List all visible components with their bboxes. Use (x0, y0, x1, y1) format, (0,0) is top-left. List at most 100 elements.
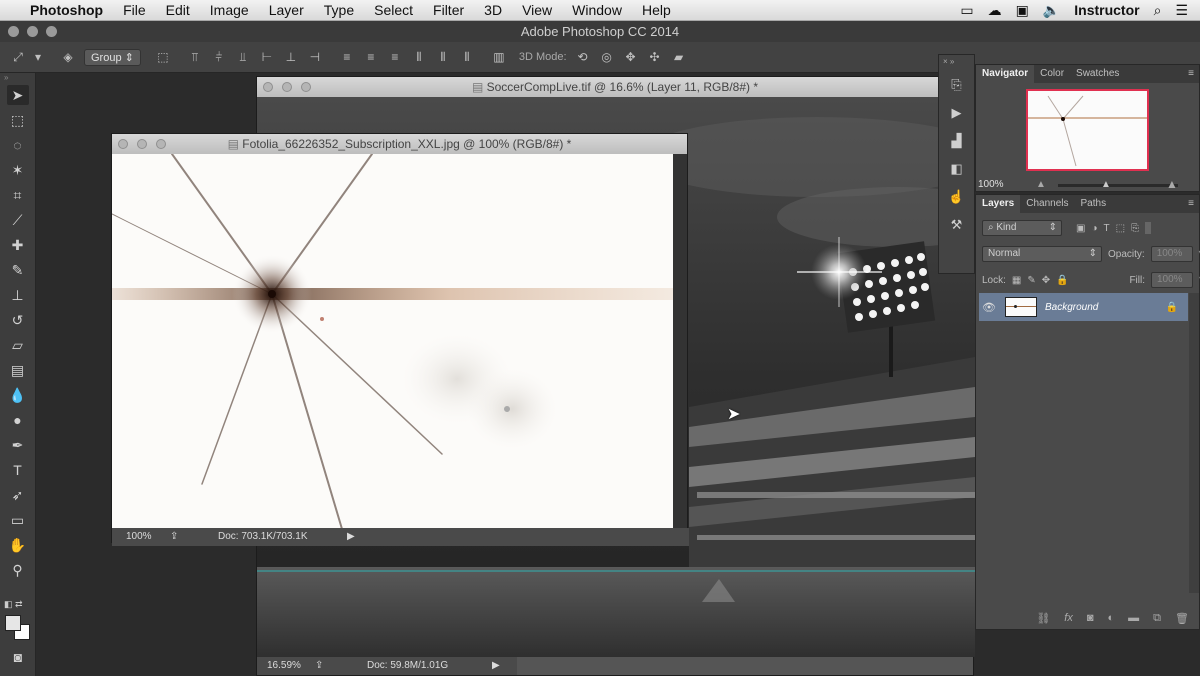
zoom-slider-thumb[interactable]: ▲ (1101, 179, 1111, 190)
tab-paths[interactable]: Paths (1075, 195, 1113, 213)
filter-toggle-icon[interactable] (1145, 222, 1152, 234)
history-brush-tool-icon[interactable]: ↺ (7, 310, 29, 330)
menu-app-name[interactable]: Photoshop (20, 2, 113, 18)
align-top-icon[interactable]: ⫪ (187, 50, 203, 64)
crop-tool-icon[interactable]: ⌗ (7, 185, 29, 205)
layer-row-background[interactable]: 👁 Background 🔒 (979, 293, 1188, 321)
quick-mask-icon[interactable]: ◙ (7, 647, 29, 667)
auto-select-dropdown[interactable]: Group ⇕ (84, 48, 141, 66)
soccer-document-titlebar[interactable]: ▤ SoccerCompLive.tif @ 16.6% (Layer 11, … (257, 77, 973, 97)
menu-select[interactable]: Select (364, 2, 423, 18)
cloud-icon[interactable]: ☁ (988, 2, 1002, 19)
distribute-vcenter-icon[interactable]: ≡ (363, 50, 379, 64)
layers-scrollbar[interactable] (1189, 293, 1199, 593)
status-menu-arrow-icon[interactable]: ▶ (347, 528, 355, 546)
doc-minimize-icon[interactable] (282, 82, 292, 92)
actions-panel-icon[interactable]: ▶ (947, 104, 967, 122)
magic-wand-tool-icon[interactable]: ✶ (7, 160, 29, 180)
new-layer-icon[interactable]: ⧉ (1153, 612, 1161, 625)
foreground-color-swatch[interactable] (5, 615, 21, 631)
fill-field[interactable]: 100%▾ (1151, 272, 1200, 288)
visibility-eye-icon[interactable]: 👁 (979, 301, 999, 314)
3d-roll-icon[interactable]: ◎ (599, 50, 615, 64)
close-window-icon[interactable] (8, 26, 19, 37)
brush-presets-panel-icon[interactable]: ⚒ (947, 216, 967, 234)
fotolia-document-titlebar[interactable]: ▤ Fotolia_66226352_Subscription_XXL.jpg … (112, 134, 687, 154)
zoom-out-icon[interactable]: ▲ (1036, 179, 1046, 190)
history-panel-icon[interactable]: ⎘ (947, 76, 967, 94)
doc-zoom-icon[interactable] (156, 139, 166, 149)
blend-mode-dropdown[interactable]: Normal ⇕ (982, 246, 1102, 262)
notification-list-icon[interactable]: ☰ (1175, 2, 1188, 19)
share-icon[interactable]: ⇪ (315, 657, 323, 675)
path-selection-tool-icon[interactable]: ➶ (7, 485, 29, 505)
link-layers-icon[interactable]: ⛓ (1036, 612, 1050, 625)
distribute-top-icon[interactable]: ≡ (339, 50, 355, 64)
type-tool-icon[interactable]: T (7, 460, 29, 480)
align-right-icon[interactable]: ⊣ (307, 50, 323, 64)
navigator-zoom-value[interactable]: 100% (978, 179, 1004, 190)
fotolia-zoom-value[interactable]: 100% (126, 528, 152, 546)
align-bottom-icon[interactable]: ⫫ (235, 50, 251, 64)
menu-window[interactable]: Window (562, 2, 632, 18)
strip-collapse-icon[interactable]: × » (939, 55, 974, 68)
navigator-zoom-slider[interactable] (1058, 184, 1178, 187)
filter-type-icon[interactable]: T (1104, 223, 1110, 234)
zoom-tool-icon[interactable]: ⚲ (7, 560, 29, 580)
user-name[interactable]: Instructor (1074, 2, 1139, 18)
dropdown-arrow-icon[interactable]: ▾ (34, 50, 42, 64)
zoom-window-icon[interactable] (46, 26, 57, 37)
eraser-tool-icon[interactable]: ▱ (7, 335, 29, 355)
3d-pan-icon[interactable]: ✥ (623, 50, 639, 64)
pen-tool-icon[interactable]: ✒ (7, 435, 29, 455)
battery-icon[interactable]: ▭ (960, 2, 973, 19)
default-colors-icon[interactable]: ◧ ⇄ (4, 599, 23, 610)
distribute-hcenter-icon[interactable]: ⦀ (435, 50, 451, 64)
spotlight-search-icon[interactable]: ⌕ (1154, 2, 1162, 19)
transform-controls-icon[interactable]: ⬚ (155, 50, 171, 64)
panel-menu-icon[interactable]: ≡ (1188, 195, 1199, 213)
minimize-window-icon[interactable] (27, 26, 38, 37)
lens-flare-image[interactable] (112, 154, 674, 529)
layer-lock-icon[interactable]: 🔒 (1166, 302, 1178, 313)
dodge-tool-icon[interactable]: ● (7, 410, 29, 430)
distribute-bottom-icon[interactable]: ≡ (387, 50, 403, 64)
align-left-icon[interactable]: ⊢ (259, 50, 275, 64)
menu-type[interactable]: Type (314, 2, 364, 18)
move-tool-preset-icon[interactable]: ⤢ (10, 50, 26, 64)
adjustments-panel-icon[interactable]: ☝ (947, 188, 967, 206)
new-group-icon[interactable]: ▬ (1128, 612, 1139, 624)
add-mask-icon[interactable]: ◙ (1087, 612, 1094, 624)
move-tool-icon[interactable]: ➤ (6, 85, 29, 105)
tab-channels[interactable]: Channels (1020, 195, 1074, 213)
menu-view[interactable]: View (512, 2, 562, 18)
distribute-right-icon[interactable]: ⦀ (459, 50, 475, 64)
menu-image[interactable]: Image (200, 2, 259, 18)
3d-slide-icon[interactable]: ✣ (647, 50, 663, 64)
properties-panel-icon[interactable]: ◧ (947, 160, 967, 178)
tab-color[interactable]: Color (1034, 65, 1070, 83)
menu-filter[interactable]: Filter (423, 2, 474, 18)
align-vcenter-icon[interactable]: ⫩ (211, 50, 227, 64)
align-hcenter-icon[interactable]: ⊥ (283, 50, 299, 64)
tab-swatches[interactable]: Swatches (1070, 65, 1125, 83)
filter-shape-icon[interactable]: ⬚ (1116, 223, 1125, 234)
layer-thumbnail[interactable] (1005, 297, 1037, 317)
navigator-thumbnail[interactable] (1026, 89, 1149, 171)
menu-layer[interactable]: Layer (259, 2, 314, 18)
filter-smart-object-icon[interactable]: ⎘ (1131, 223, 1139, 234)
menu-edit[interactable]: Edit (156, 2, 200, 18)
menu-3d[interactable]: 3D (474, 2, 512, 18)
brush-tool-icon[interactable]: ✎ (7, 260, 29, 280)
3d-scale-icon[interactable]: ▰ (671, 50, 687, 64)
layer-style-fx-icon[interactable]: fx (1064, 612, 1073, 624)
share-icon[interactable]: ⇪ (170, 528, 178, 546)
new-adjustment-layer-icon[interactable]: ◐ (1108, 612, 1115, 624)
lock-all-icon[interactable]: 🔒 (1056, 275, 1068, 286)
healing-brush-tool-icon[interactable]: ✚ (7, 235, 29, 255)
auto-select-layers-icon[interactable]: ◈ (60, 50, 76, 64)
tab-layers[interactable]: Layers (976, 195, 1021, 213)
lock-pixels-icon[interactable]: ✎ (1027, 275, 1035, 286)
distribute-left-icon[interactable]: ⦀ (411, 50, 427, 64)
doc-zoom-icon[interactable] (301, 82, 311, 92)
